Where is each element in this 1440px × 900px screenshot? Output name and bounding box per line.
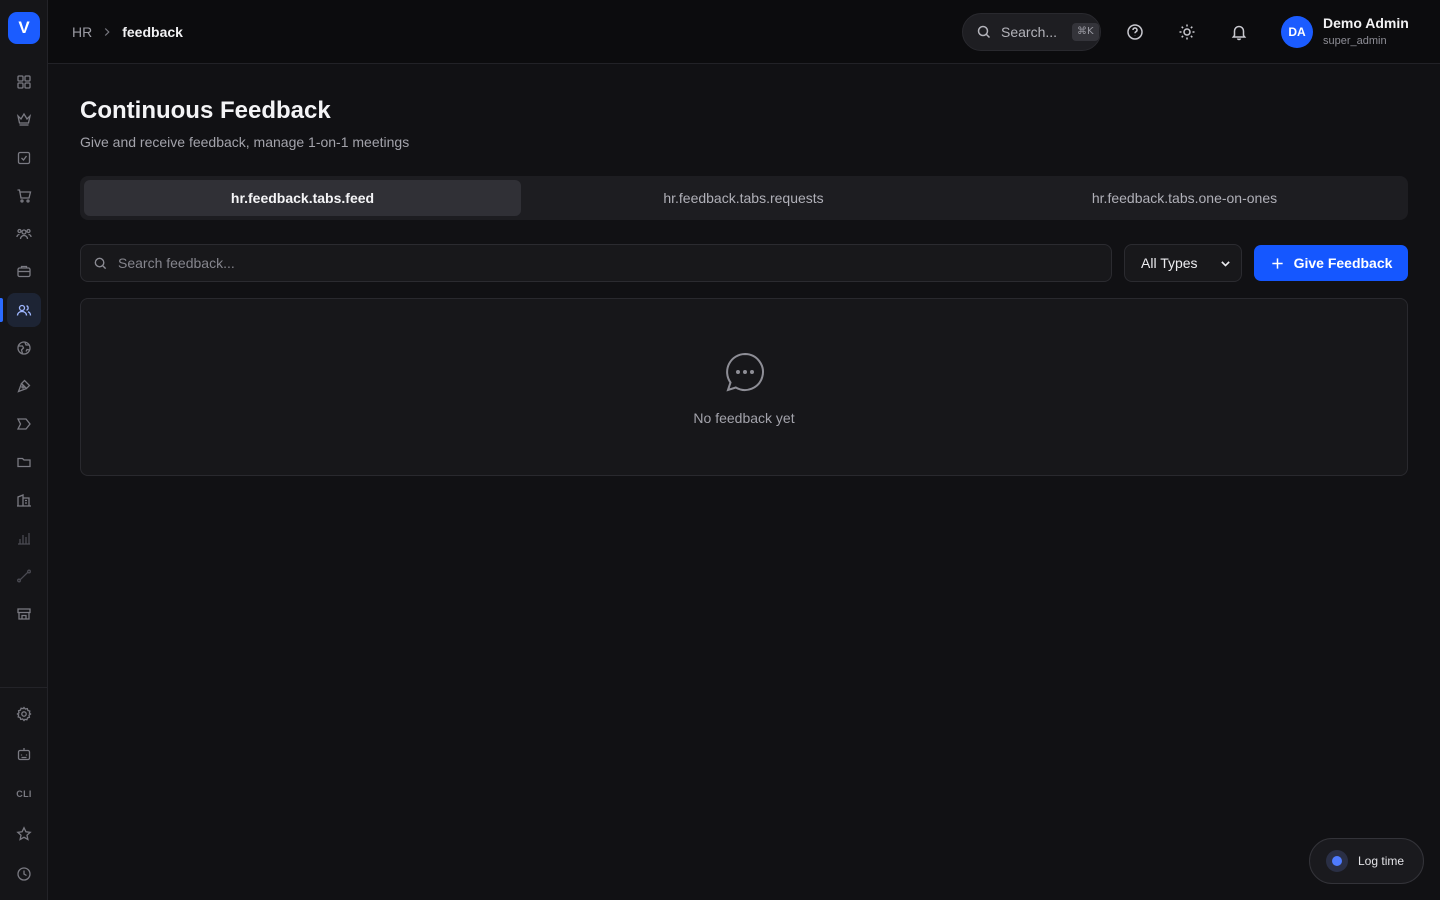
sidebar-item-jobs[interactable] bbox=[7, 254, 41, 288]
sidebar-item-history[interactable] bbox=[7, 857, 41, 891]
sidebar-item-settings[interactable] bbox=[7, 697, 41, 731]
sidebar-item-analytics[interactable] bbox=[7, 521, 41, 555]
chevron-down-icon bbox=[1221, 261, 1230, 267]
user-role: super_admin bbox=[1323, 35, 1387, 47]
top-header: HR feedback Search... ⌘K DA Demo Admin s… bbox=[48, 0, 1440, 64]
globe-icon bbox=[17, 341, 31, 355]
timer-icon bbox=[1326, 850, 1348, 872]
crown-icon bbox=[16, 112, 32, 126]
sidebar-item-store[interactable] bbox=[7, 597, 41, 631]
store-icon bbox=[17, 608, 31, 620]
bar-chart-icon bbox=[18, 533, 30, 545]
global-search-button[interactable]: Search... ⌘K bbox=[962, 13, 1101, 51]
sidebar-item-globe[interactable] bbox=[7, 331, 41, 365]
star-icon bbox=[16, 826, 32, 841]
user-avatar[interactable]: DA bbox=[1281, 16, 1313, 48]
breadcrumb-current: feedback bbox=[122, 24, 183, 40]
sidebar-item-buildings[interactable] bbox=[7, 483, 41, 517]
grid-icon bbox=[17, 75, 31, 89]
tab-requests[interactable]: hr.feedback.tabs.requests bbox=[525, 180, 962, 216]
sidebar-item-campaigns[interactable] bbox=[7, 407, 41, 441]
pen-tool-icon bbox=[17, 379, 31, 393]
cli-label: CLI bbox=[16, 789, 32, 799]
sidebar-divider bbox=[0, 687, 48, 688]
sidebar-item-files[interactable] bbox=[7, 445, 41, 479]
sidebar-item-team[interactable] bbox=[7, 217, 41, 251]
help-circle-icon bbox=[1127, 24, 1143, 40]
message-circle-icon bbox=[726, 352, 764, 392]
route-icon bbox=[17, 569, 31, 583]
sidebar-item-tasks[interactable] bbox=[7, 141, 41, 175]
sidebar-item-design[interactable] bbox=[7, 369, 41, 403]
app-logo[interactable]: V bbox=[8, 12, 40, 44]
robot-icon bbox=[17, 748, 31, 761]
breadcrumb: HR feedback bbox=[72, 24, 183, 40]
team-icon bbox=[16, 228, 32, 240]
empty-state-message: No feedback yet bbox=[693, 410, 795, 426]
tab-feed[interactable]: hr.feedback.tabs.feed bbox=[84, 180, 521, 216]
search-shortcut-badge: ⌘K bbox=[1072, 23, 1099, 41]
help-button[interactable] bbox=[1123, 20, 1147, 44]
give-feedback-button[interactable]: Give Feedback bbox=[1254, 245, 1408, 281]
breadcrumb-root[interactable]: HR bbox=[72, 24, 92, 40]
theme-toggle-button[interactable] bbox=[1175, 20, 1199, 44]
active-nav-indicator bbox=[0, 298, 3, 322]
sidebar-item-routes[interactable] bbox=[7, 559, 41, 593]
checkbox-icon bbox=[17, 151, 31, 165]
feedback-empty-state: No feedback yet bbox=[80, 298, 1408, 476]
user-name[interactable]: Demo Admin bbox=[1323, 15, 1409, 31]
cart-icon bbox=[17, 189, 32, 203]
page-title: Continuous Feedback bbox=[80, 97, 331, 124]
notifications-button[interactable] bbox=[1227, 20, 1251, 44]
megaphone-icon bbox=[16, 418, 31, 430]
page-subtitle: Give and receive feedback, manage 1-on-1… bbox=[80, 134, 410, 150]
sidebar: V CLI bbox=[0, 0, 48, 900]
gear-icon bbox=[16, 706, 32, 722]
chevron-right-icon bbox=[105, 28, 110, 36]
search-icon bbox=[94, 257, 107, 269]
clock-icon bbox=[17, 867, 31, 881]
users-icon bbox=[16, 304, 32, 316]
search-icon bbox=[977, 25, 991, 39]
sidebar-item-hr[interactable] bbox=[7, 293, 41, 327]
sun-icon bbox=[1179, 24, 1195, 40]
sidebar-item-favorites[interactable] bbox=[7, 817, 41, 851]
plus-icon bbox=[1271, 257, 1283, 269]
sidebar-item-cli[interactable]: CLI bbox=[7, 777, 41, 811]
log-time-label: Log time bbox=[1358, 854, 1405, 868]
global-search-label: Search... bbox=[1001, 24, 1058, 40]
sidebar-item-dashboard[interactable] bbox=[7, 65, 41, 99]
folder-icon bbox=[17, 457, 31, 468]
tab-one-on-ones[interactable]: hr.feedback.tabs.one-on-ones bbox=[966, 180, 1403, 216]
building-icon bbox=[17, 494, 31, 507]
sidebar-item-crown[interactable] bbox=[7, 102, 41, 136]
feedback-search-input[interactable] bbox=[118, 255, 1098, 271]
bell-icon bbox=[1231, 25, 1247, 41]
feedback-tabs: hr.feedback.tabs.feed hr.feedback.tabs.r… bbox=[80, 176, 1408, 220]
sidebar-item-cart[interactable] bbox=[7, 179, 41, 213]
type-filter-value: All Types bbox=[1141, 255, 1198, 271]
feedback-search-field bbox=[80, 244, 1112, 282]
give-feedback-label: Give Feedback bbox=[1293, 255, 1393, 271]
app-root: V CLI HR feedback Search... ⌘K DA Demo A… bbox=[0, 0, 1440, 900]
sidebar-item-robot[interactable] bbox=[7, 737, 41, 771]
type-filter-select[interactable]: All Types bbox=[1124, 244, 1242, 282]
briefcase-icon bbox=[17, 265, 31, 278]
log-time-button[interactable]: Log time bbox=[1309, 838, 1424, 884]
